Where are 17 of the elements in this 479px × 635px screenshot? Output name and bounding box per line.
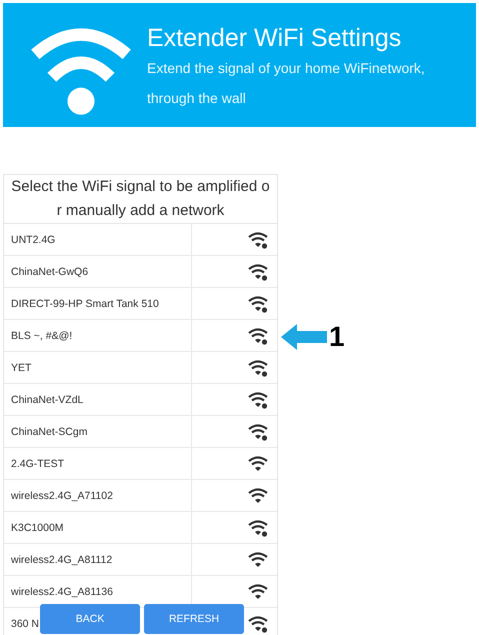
page-title: Extender WiFi Settings [147, 23, 402, 53]
callout-number: 1 [329, 322, 345, 352]
network-name[interactable]: ChinaNet-GwQ6 [4, 256, 192, 287]
network-name[interactable]: K3C1000M [4, 512, 192, 543]
subtitle-text: Extend the signal of your home WiFinetwork, [147, 59, 425, 78]
network-name[interactable]: 360 N [4, 608, 40, 635]
network-name[interactable]: UNT2.4G [4, 224, 192, 255]
subtitle-text: through the wall [147, 89, 247, 108]
list-heading: Select the WiFi signal to be amplified o r manually add a network [4, 175, 277, 224]
network-name[interactable]: YET [4, 352, 192, 383]
network-name[interactable]: BLS ~, #&@! [4, 320, 192, 351]
network-name[interactable]: wireless2.4G_A71102 [4, 480, 192, 511]
network-name[interactable]: 2.4G-TEST [4, 448, 192, 479]
network-name[interactable]: ChinaNet-VZdL [4, 384, 192, 415]
network-name[interactable]: DIRECT-99-HP Smart Tank 510 [4, 288, 192, 319]
network-name[interactable]: ChinaNet-SCgm [4, 416, 192, 447]
network-name[interactable]: wireless2.4G_A81112 [4, 544, 192, 575]
